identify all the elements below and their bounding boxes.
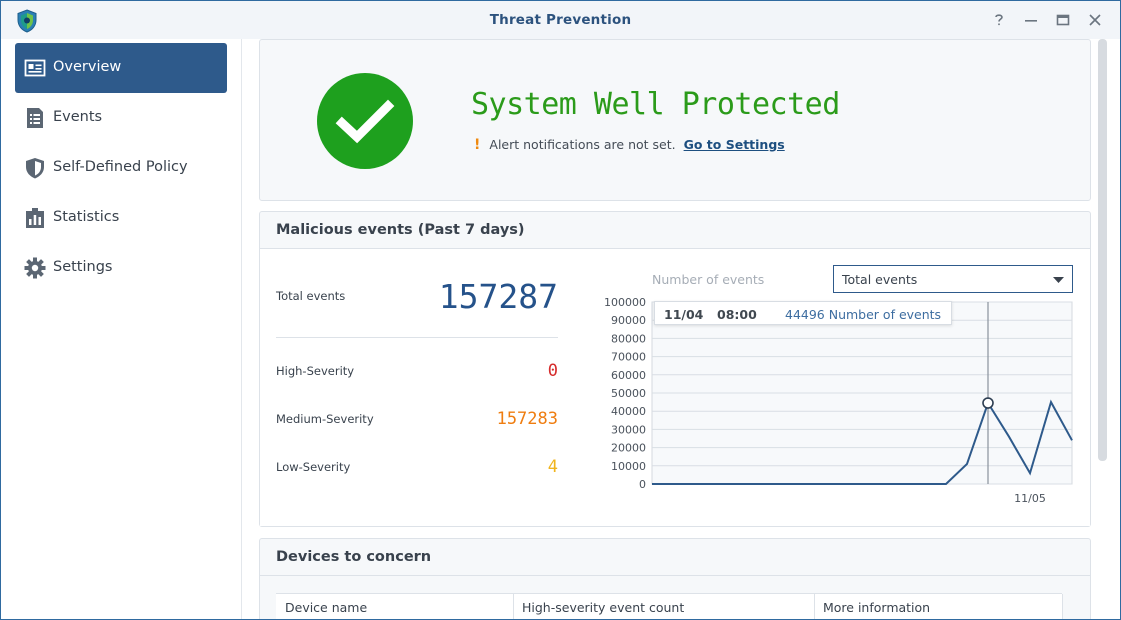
y-tick-label: 60000	[611, 369, 646, 382]
column-header-more-information[interactable]: More information	[823, 600, 930, 615]
malicious-events-panel: Malicious events (Past 7 days) Total eve…	[259, 211, 1091, 527]
scrollbar-thumb[interactable]	[1098, 39, 1107, 461]
column-separator	[1062, 594, 1063, 619]
column-separator	[814, 594, 815, 619]
x-tick-label: 11/05	[1014, 492, 1046, 505]
panel-body: Total events 157287 High-Severity 0 Medi…	[260, 249, 1090, 526]
devices-to-concern-panel: Devices to concern Device name High-seve…	[259, 538, 1091, 619]
tooltip-date: 11/04	[664, 307, 704, 322]
maximize-button[interactable]	[1054, 11, 1072, 29]
statistics-chart-icon	[26, 208, 44, 228]
sidebar-item-label: Settings	[53, 259, 113, 275]
checkmark-icon	[335, 99, 395, 144]
event-type-dropdown[interactable]: Total events	[833, 265, 1073, 293]
alert-notice: ! Alert notifications are not set. Go to …	[474, 137, 785, 153]
y-tick-label: 80000	[611, 332, 646, 345]
y-tick-label: 10000	[611, 460, 646, 473]
warning-exclamation-icon: !	[474, 137, 481, 153]
total-events-label: Total events	[276, 289, 346, 303]
minimize-icon	[1025, 20, 1037, 22]
protection-status-panel: System Well Protected ! Alert notificatio…	[259, 39, 1091, 201]
minimize-button[interactable]	[1022, 11, 1040, 29]
go-to-settings-link[interactable]: Go to Settings	[684, 137, 785, 152]
tooltip-time: 08:00	[717, 307, 757, 322]
question-mark-icon	[995, 14, 1003, 26]
maximize-icon	[1056, 14, 1070, 26]
window-title: Threat Prevention	[489, 12, 632, 28]
medium-severity-value: 157283	[496, 409, 558, 429]
y-tick-label: 50000	[611, 387, 646, 400]
dropdown-value: Total events	[842, 272, 918, 287]
panel-header: Devices to concern	[260, 539, 1090, 576]
status-check-badge	[317, 73, 413, 169]
shield-icon	[26, 158, 44, 179]
close-button[interactable]	[1086, 11, 1104, 29]
divider	[276, 337, 558, 338]
caret-down-icon	[1053, 277, 1064, 283]
sidebar-item-self-defined-policy[interactable]: Self-Defined Policy	[15, 143, 227, 193]
alert-text: Alert notifications are not set.	[489, 137, 676, 152]
chart-label: Number of events	[652, 272, 765, 287]
panel-title: Devices to concern	[276, 549, 432, 565]
low-severity-label: Low-Severity	[276, 460, 351, 474]
overview-card-icon	[24, 59, 46, 77]
panel-header: Malicious events (Past 7 days)	[260, 212, 1090, 249]
close-icon	[1089, 14, 1101, 26]
sidebar-item-events[interactable]: Events	[15, 93, 227, 143]
help-button[interactable]	[990, 11, 1008, 29]
y-tick-label: 40000	[611, 405, 646, 418]
column-header-device-name[interactable]: Device name	[285, 600, 367, 615]
low-severity-value: 4	[547, 457, 558, 477]
y-tick-label: 0	[639, 478, 646, 491]
column-header-high-severity-count[interactable]: High-severity event count	[522, 600, 684, 615]
tooltip-value: 44496 Number of events	[785, 307, 942, 322]
sidebar-item-overview[interactable]: Overview	[15, 43, 227, 93]
devices-table-header: Device name High-severity event count Mo…	[276, 593, 1063, 619]
sidebar-item-label: Self-Defined Policy	[53, 159, 188, 175]
status-title: System Well Protected	[471, 87, 840, 122]
gear-icon	[24, 257, 46, 279]
y-tick-label: 90000	[611, 314, 646, 327]
high-severity-label: High-Severity	[276, 364, 355, 378]
y-tick-label: 30000	[611, 423, 646, 436]
sidebar-item-label: Statistics	[53, 209, 120, 225]
list-document-icon	[27, 108, 43, 128]
chart-tooltip: 11/04 08:00 44496 Number of events	[654, 301, 952, 325]
sidebar-item-label: Events	[53, 109, 103, 125]
events-line-chart[interactable]: 0 10000 20000 30000 40000 50000 60000 70000 8000…	[580, 293, 1080, 515]
total-events-value: 157287	[438, 277, 558, 316]
high-severity-value: 0	[547, 361, 558, 381]
highlighted-point	[982, 397, 994, 409]
medium-severity-label: Medium-Severity	[276, 412, 374, 426]
sidebar-item-settings[interactable]: Settings	[15, 243, 227, 293]
y-tick-label: 70000	[611, 351, 646, 364]
sidebar-item-statistics[interactable]: Statistics	[15, 193, 227, 243]
column-separator	[513, 594, 514, 619]
y-tick-label: 20000	[611, 442, 646, 455]
sidebar-item-label: Overview	[53, 59, 122, 75]
y-tick-label: 100000	[604, 296, 646, 309]
panel-title: Malicious events (Past 7 days)	[276, 222, 525, 238]
threat-prevention-window: Threat Prevention Overview Events Self-D…	[0, 0, 1121, 620]
sidebar: Overview Events Self-Defined Policy Stat…	[1, 39, 242, 619]
title-bar: Threat Prevention	[1, 1, 1120, 39]
